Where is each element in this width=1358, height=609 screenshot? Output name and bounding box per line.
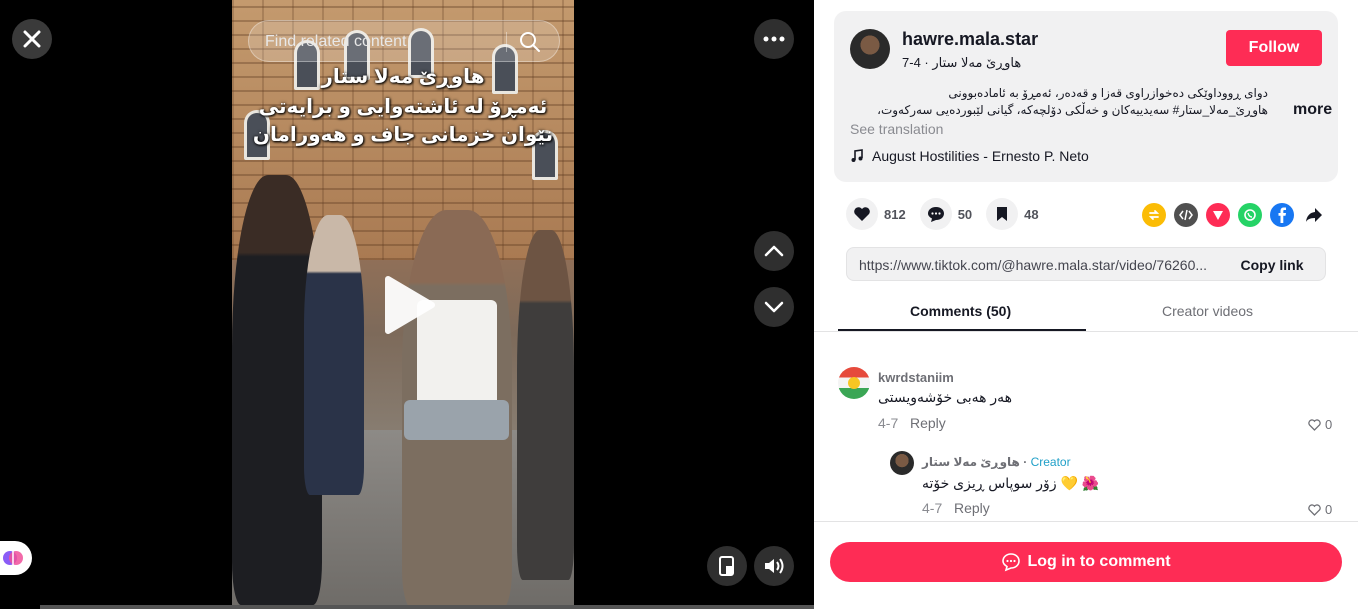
tab-comments[interactable]: Comments (50) <box>910 303 1011 319</box>
post-date: 4-7 <box>902 55 921 70</box>
tiktok-video-page: هاوڕێ مەلا ستار ئەمڕۆ لە ئاشتەوایی و برا… <box>0 0 1358 609</box>
reply-button[interactable]: Reply <box>954 500 990 516</box>
more-options-button[interactable] <box>754 19 794 59</box>
comment-date: 4-7 <box>878 415 899 431</box>
send-to-friends-icon[interactable] <box>1206 203 1230 227</box>
embed-code-icon[interactable] <box>1174 203 1198 227</box>
assistant-button[interactable] <box>0 541 32 575</box>
reply-author-name: هاوڕێ مەلا ستار <box>922 455 1020 469</box>
creator-badge: Creator <box>1030 455 1071 469</box>
heart-outline-icon <box>1308 418 1321 431</box>
search-icon[interactable] <box>519 31 541 58</box>
comment-bubble-icon <box>919 198 952 230</box>
save-button[interactable]: 48 <box>986 198 1039 230</box>
author-subline: هاوڕێ مەلا ستار · 4-7 <box>902 55 1021 71</box>
heart-outline-icon <box>1308 503 1321 516</box>
share-arrow-icon[interactable] <box>1302 203 1326 227</box>
tab-creator-videos[interactable]: Creator videos <box>1162 303 1253 319</box>
volume-icon <box>765 558 784 574</box>
emoji-heart-icon: 💛 <box>1060 475 1078 491</box>
repost-icon[interactable] <box>1142 203 1166 227</box>
video-caption-line-1: هاوڕێ مەلا ستار <box>321 66 485 88</box>
comment-like-button[interactable]: 0 <box>1308 502 1332 517</box>
find-related-search[interactable]: Find related content <box>248 20 560 62</box>
brain-icon <box>3 551 23 565</box>
picture-in-picture-button[interactable] <box>707 546 747 586</box>
comment-like-button[interactable]: 0 <box>1308 417 1332 432</box>
footer-divider <box>814 521 1358 522</box>
previous-video-button[interactable] <box>754 231 794 271</box>
heart-icon <box>846 198 878 230</box>
more-button[interactable]: more <box>1293 101 1332 119</box>
follow-button[interactable]: Follow <box>1226 30 1322 66</box>
ellipsis-icon <box>763 36 785 42</box>
comment-like-count: 0 <box>1325 502 1333 517</box>
avatar[interactable] <box>890 451 914 475</box>
login-label: Log in to comment <box>1027 553 1171 570</box>
music-link[interactable]: August Hostilities - Ernesto P. Neto <box>850 148 1089 164</box>
search-placeholder: Find related content <box>265 33 407 50</box>
comment-text: 🌺 💛 زۆر سوپاس ڕیزی خۆتە <box>922 475 1099 492</box>
share-link-box: https://www.tiktok.com/@hawre.mala.star/… <box>846 247 1326 281</box>
comment-count: 50 <box>957 206 973 222</box>
music-title: August Hostilities - Ernesto P. Neto <box>872 148 1089 164</box>
save-count: 48 <box>1024 206 1039 222</box>
subline-separator: · <box>920 55 929 70</box>
like-count: 812 <box>884 206 906 222</box>
video-progress-bar[interactable] <box>40 605 814 609</box>
reply-text: زۆر سوپاس ڕیزی خۆتە <box>922 475 1057 491</box>
comment-username[interactable]: kwrdstaniim <box>878 370 954 385</box>
search-divider <box>506 32 507 52</box>
play-icon[interactable] <box>380 275 436 340</box>
video-person-sash <box>404 400 509 440</box>
engagement-stats: 812 50 48 <box>846 198 1053 230</box>
facebook-icon[interactable] <box>1270 203 1294 227</box>
volume-button[interactable] <box>754 546 794 586</box>
video-caption-line-3: نێوان خزمانی جاف و هەورامان <box>252 124 554 146</box>
panel-tabs: Comments (50) Creator videos <box>838 292 1334 332</box>
description-card: hawre.mala.star هاوڕێ مەلا ستار · 4-7 Fo… <box>834 11 1338 182</box>
details-panel: hawre.mala.star هاوڕێ مەلا ستار · 4-7 Fo… <box>814 0 1358 609</box>
music-note-icon <box>851 149 863 162</box>
username[interactable]: hawre.mala.star <box>902 29 1038 50</box>
log-in-to-comment-button[interactable]: Log in to comment <box>830 542 1342 582</box>
comment-bubble-icon <box>1002 553 1021 572</box>
video-caption-line-2: ئەمڕۆ لە ئاشتەوایی و برایەتی <box>258 96 548 118</box>
mini-player-icon <box>719 556 734 576</box>
bookmark-icon <box>986 198 1019 230</box>
name-separator: · <box>1023 455 1031 469</box>
post-description: دوای ڕووداوێکی دەخوازراوی قەزا و قەدەر، … <box>877 86 1268 121</box>
reply-button[interactable]: Reply <box>910 415 946 431</box>
video-person <box>517 230 574 580</box>
close-icon <box>23 30 41 48</box>
emoji-flower-icon: 🌺 <box>1081 475 1100 491</box>
chevron-down-icon <box>764 301 784 313</box>
avatar[interactable] <box>838 367 870 399</box>
comment-like-count: 0 <box>1325 417 1333 432</box>
close-button[interactable] <box>12 19 52 59</box>
video-person <box>304 215 364 495</box>
comment-button[interactable]: 50 <box>919 198 973 230</box>
like-button[interactable]: 812 <box>846 198 906 230</box>
avatar[interactable] <box>850 29 890 69</box>
comment-list: kwrdstaniim هەر هەبی خۆشەویستی 4-7 Reply… <box>814 332 1358 522</box>
whatsapp-icon[interactable] <box>1238 203 1262 227</box>
comment-date: 4-7 <box>922 500 943 516</box>
display-name: هاوڕێ مەلا ستار <box>932 55 1022 70</box>
share-link-url[interactable]: https://www.tiktok.com/@hawre.mala.star/… <box>859 257 1219 273</box>
comment-username[interactable]: هاوڕێ مەلا ستار · Creator <box>922 455 1071 469</box>
video-player-area: هاوڕێ مەلا ستار ئەمڕۆ لە ئاشتەوایی و برا… <box>0 0 814 609</box>
copy-link-button[interactable]: Copy link <box>1225 250 1319 280</box>
share-options <box>1142 203 1326 227</box>
see-translation-link[interactable]: See translation <box>850 121 943 137</box>
comment-text: هەر هەبی خۆشەویستی <box>878 389 1013 405</box>
chevron-up-icon <box>764 245 784 257</box>
next-video-button[interactable] <box>754 287 794 327</box>
